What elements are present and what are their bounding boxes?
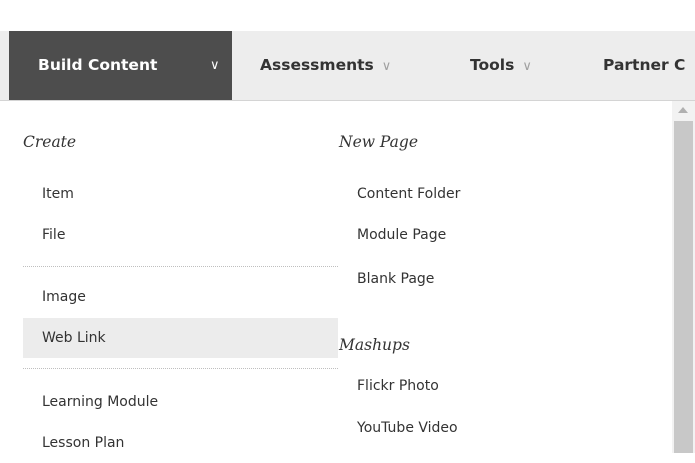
menu-item-module-page[interactable]: Module Page [357,215,446,255]
build-content-dropdown: Create Item File Image Web Link Learning… [0,101,672,453]
chevron-down-icon: ∨ [381,59,392,74]
assessments-menu-button[interactable]: Assessments ∨ [260,31,391,100]
menu-divider [23,266,338,267]
new-page-heading: New Page [339,133,418,151]
partner-label: Partner C [603,56,686,74]
scroll-up-arrow-icon[interactable] [678,107,688,113]
menu-item-learning-module[interactable]: Learning Module [42,382,158,422]
menu-item-content-folder[interactable]: Content Folder [357,174,460,214]
chevron-down-icon: ∨ [522,59,532,74]
menu-item-image[interactable]: Image [42,277,86,317]
build-content-menu-button[interactable]: Build Content ∨ [9,31,232,100]
menu-item-web-link[interactable]: Web Link [23,318,338,358]
mashups-heading: Mashups [339,336,410,354]
menu-item-blank-page[interactable]: Blank Page [357,259,434,299]
menu-item-youtube-video[interactable]: YouTube Video [357,408,458,448]
chevron-down-icon: ∨ [210,58,220,73]
assessments-label: Assessments [260,56,374,74]
menu-item-lesson-plan[interactable]: Lesson Plan [42,423,124,463]
tools-label: Tools [470,56,515,74]
menu-item-file[interactable]: File [42,215,65,255]
create-heading: Create [23,133,77,151]
partner-content-menu-button[interactable]: Partner C [603,31,685,100]
menu-item-flickr-photo[interactable]: Flickr Photo [357,366,439,406]
menu-divider [23,368,338,369]
menu-item-item[interactable]: Item [42,174,74,214]
build-content-label: Build Content [38,56,158,74]
vertical-scrollbar[interactable] [672,101,695,453]
tools-menu-button[interactable]: Tools ∨ [470,31,532,100]
content-toolbar: Build Content ∨ Assessments ∨ Tools ∨ Part… [0,31,695,101]
scrollbar-thumb[interactable] [674,121,693,453]
